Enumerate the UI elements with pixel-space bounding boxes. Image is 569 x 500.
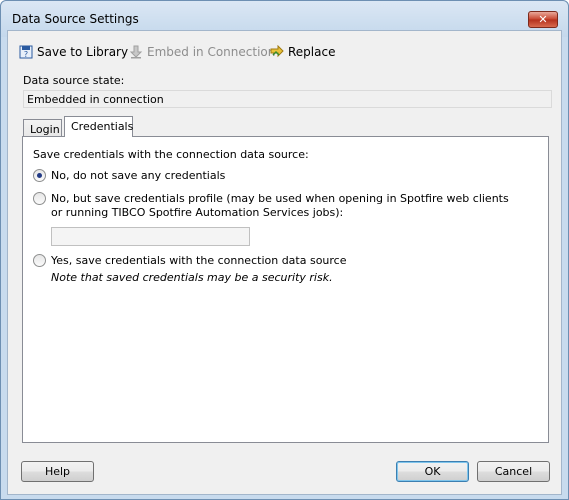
tab-credentials[interactable]: Credentials <box>64 116 133 137</box>
embed-arrow-icon <box>129 45 143 59</box>
embed-in-connection-button[interactable]: Embed in Connection <box>129 43 275 61</box>
credentials-heading: Save credentials with the connection dat… <box>33 148 309 161</box>
radio-save-credentials-label[interactable]: Yes, save credentials with the connectio… <box>51 254 347 267</box>
replace-icon <box>270 45 284 59</box>
radio-save-profile[interactable] <box>33 192 46 205</box>
save-to-library-label: Save to Library <box>37 45 129 59</box>
cancel-button-label: Cancel <box>494 465 533 478</box>
dialog-client: ? Save to Library Embed in Connection Re… <box>7 30 562 495</box>
replace-label: Replace <box>288 45 336 59</box>
help-button[interactable]: Help <box>21 461 94 482</box>
replace-button[interactable]: Replace <box>270 43 335 61</box>
data-source-state-label: Data source state: <box>23 74 125 87</box>
close-button[interactable]: ✕ <box>528 11 558 28</box>
dialog-window: Data Source Settings ✕ ? Save to Library <box>0 0 569 500</box>
svg-text:?: ? <box>24 50 28 59</box>
tab-login-label: Login <box>30 123 60 136</box>
save-to-library-button[interactable]: ? Save to Library <box>19 43 128 61</box>
tab-credentials-label: Credentials <box>71 120 134 133</box>
save-library-icon: ? <box>19 45 33 59</box>
security-risk-note: Note that saved credentials may be a sec… <box>51 271 333 284</box>
radio-no-save-label[interactable]: No, do not save any credentials <box>51 169 225 182</box>
cancel-button[interactable]: Cancel <box>477 461 550 482</box>
radio-selected-dot <box>37 173 42 178</box>
close-icon: ✕ <box>538 13 548 26</box>
radio-no-save[interactable] <box>33 169 46 182</box>
credentials-panel: Save credentials with the connection dat… <box>22 136 549 443</box>
window-title: Data Source Settings <box>12 12 139 26</box>
radio-save-credentials[interactable] <box>33 254 46 267</box>
credentials-profile-input[interactable] <box>51 227 250 246</box>
radio-save-profile-label-line1[interactable]: No, but save credentials profile (may be… <box>51 192 509 205</box>
ok-button[interactable]: OK <box>396 461 469 482</box>
radio-save-profile-label-line2[interactable]: or running TIBCO Spotfire Automation Ser… <box>51 206 343 219</box>
embed-in-connection-label: Embed in Connection <box>147 45 276 59</box>
help-button-label: Help <box>44 465 71 478</box>
data-source-state-field: Embedded in connection <box>23 90 552 108</box>
ok-button-label: OK <box>424 465 441 478</box>
